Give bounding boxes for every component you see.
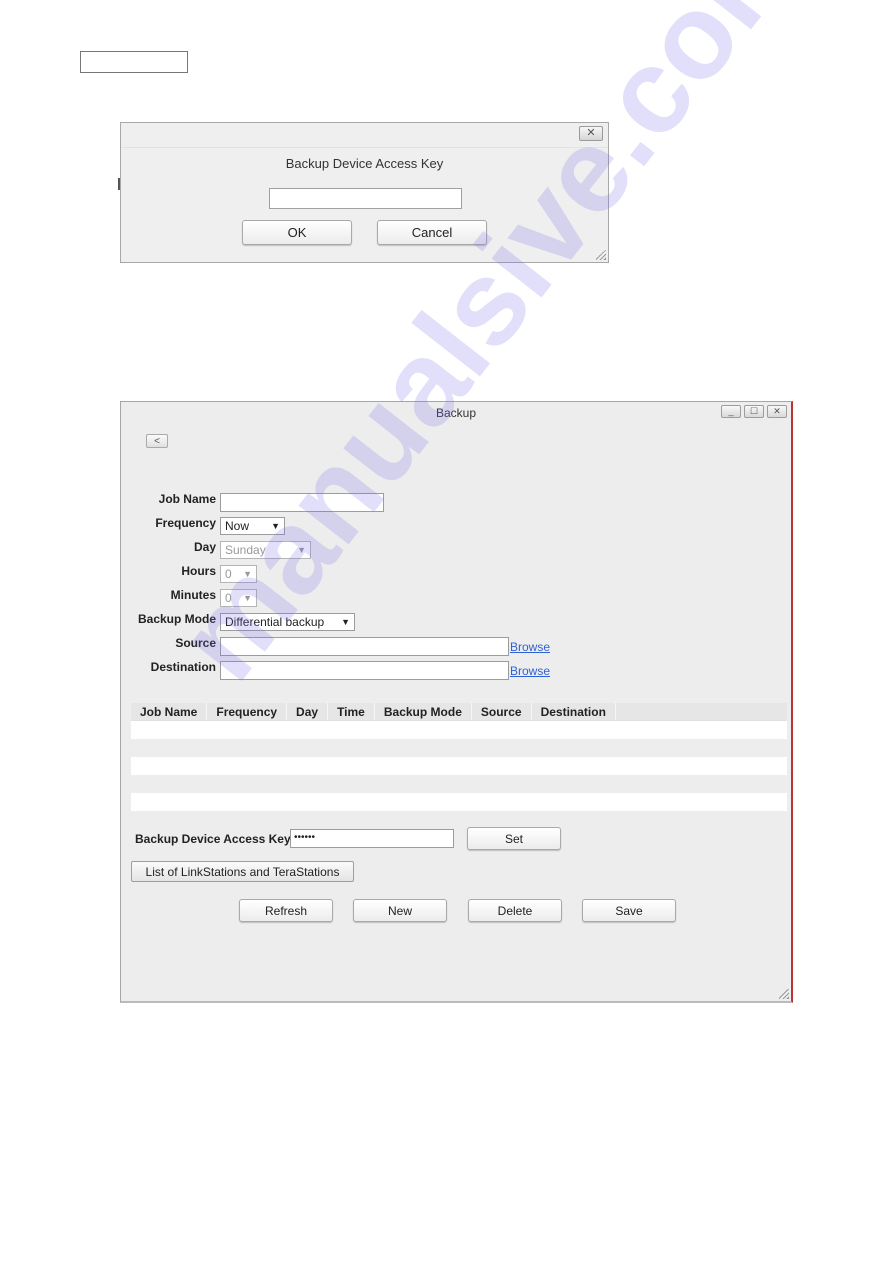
- access-key-label: Backup Device Access Key: [135, 832, 291, 846]
- dialog-title: Backup Device Access Key: [285, 156, 444, 171]
- backup-mode-select[interactable]: Differential backup ▼: [220, 613, 355, 631]
- backup-window: Backup _ ☐ ✕ < Job Name Frequency Now ▼ …: [120, 401, 793, 1003]
- chevron-down-icon: ▼: [341, 617, 350, 627]
- destination-input[interactable]: [220, 661, 509, 680]
- destination-browse-link[interactable]: Browse: [510, 664, 550, 678]
- job-name-input[interactable]: [220, 493, 384, 512]
- table-row[interactable]: [131, 721, 787, 739]
- column-header-filler: [616, 703, 787, 720]
- minutes-select[interactable]: 0 ▼: [220, 589, 257, 607]
- dialog-close-button[interactable]: ✕: [579, 126, 603, 141]
- window-controls: _ ☐ ✕: [721, 405, 787, 418]
- cancel-button[interactable]: Cancel: [377, 220, 487, 245]
- access-key-dialog: ✕ Backup Device Access Key OK Cancel: [120, 122, 609, 263]
- column-header-destination[interactable]: Destination: [532, 703, 616, 720]
- chevron-down-icon: ▼: [243, 593, 252, 603]
- hours-select[interactable]: 0 ▼: [220, 565, 257, 583]
- new-button[interactable]: New: [353, 899, 447, 922]
- jobs-table-header: Job Name Frequency Day Time Backup Mode …: [131, 703, 787, 721]
- column-header-job-name[interactable]: Job Name: [131, 703, 208, 720]
- chevron-left-icon: <: [154, 435, 160, 447]
- save-button[interactable]: Save: [582, 899, 676, 922]
- resize-grip-icon[interactable]: [596, 250, 606, 260]
- delete-button[interactable]: Delete: [468, 899, 562, 922]
- column-header-time[interactable]: Time: [328, 703, 375, 720]
- close-icon: ✕: [586, 127, 596, 139]
- back-button[interactable]: <: [146, 434, 168, 448]
- window-close-button[interactable]: ✕: [767, 405, 787, 418]
- maximize-icon: ☐: [749, 406, 759, 416]
- maximize-button[interactable]: ☐: [744, 405, 764, 418]
- hours-value: 0: [225, 567, 232, 581]
- list-linkstations-button[interactable]: List of LinkStations and TeraStations: [131, 861, 354, 882]
- minimize-button[interactable]: _: [721, 405, 741, 418]
- minimize-icon: _: [728, 406, 734, 416]
- minutes-value: 0: [225, 591, 232, 605]
- refresh-button[interactable]: Refresh: [239, 899, 333, 922]
- jobs-table: Job Name Frequency Day Time Backup Mode …: [131, 703, 787, 811]
- source-input[interactable]: [220, 637, 509, 656]
- chevron-down-icon: ▼: [297, 545, 306, 555]
- backup-mode-value: Differential backup: [225, 615, 325, 629]
- minutes-label: Minutes: [170, 588, 216, 602]
- access-key-input[interactable]: [269, 188, 462, 209]
- job-name-label: Job Name: [158, 492, 216, 506]
- backup-mode-label: Backup Mode: [137, 612, 216, 626]
- dialog-titlebar-divider: [121, 147, 608, 148]
- header-box: [80, 51, 188, 73]
- table-row[interactable]: [131, 775, 787, 793]
- day-value: Sunday: [225, 543, 266, 557]
- ok-button[interactable]: OK: [242, 220, 352, 245]
- window-title: Backup: [435, 406, 477, 420]
- column-header-source[interactable]: Source: [472, 703, 532, 720]
- table-row[interactable]: [131, 793, 787, 811]
- chevron-down-icon: ▼: [271, 521, 280, 531]
- source-label: Source: [175, 636, 216, 650]
- chevron-down-icon: ▼: [243, 569, 252, 579]
- frequency-value: Now: [225, 519, 250, 533]
- column-header-frequency[interactable]: Frequency: [207, 703, 288, 720]
- table-row[interactable]: [131, 739, 787, 757]
- source-browse-link[interactable]: Browse: [510, 640, 550, 654]
- table-row[interactable]: [131, 757, 787, 775]
- frequency-select[interactable]: Now ▼: [220, 517, 285, 535]
- hours-label: Hours: [181, 564, 216, 578]
- close-icon: ✕: [773, 406, 781, 416]
- column-header-day[interactable]: Day: [287, 703, 329, 720]
- frequency-label: Frequency: [155, 516, 216, 530]
- access-key-field[interactable]: ••••••: [290, 829, 454, 848]
- column-header-backup-mode[interactable]: Backup Mode: [375, 703, 472, 720]
- set-access-key-button[interactable]: Set: [467, 827, 561, 850]
- resize-grip-icon[interactable]: [779, 989, 789, 999]
- day-label: Day: [193, 540, 216, 554]
- day-select[interactable]: Sunday ▼: [220, 541, 311, 559]
- destination-label: Destination: [150, 660, 216, 674]
